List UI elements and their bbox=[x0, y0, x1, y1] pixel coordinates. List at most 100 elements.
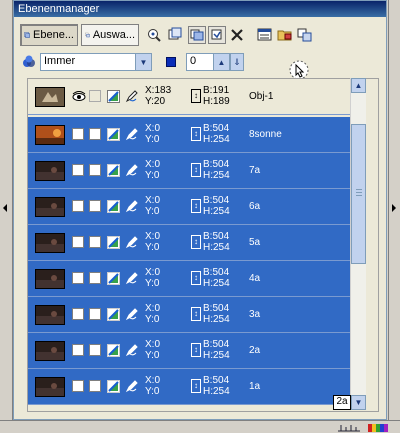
visible-checkbox[interactable] bbox=[72, 344, 84, 356]
width-value: B:504 bbox=[203, 339, 230, 350]
height-value: H:254 bbox=[203, 134, 230, 145]
color-icon[interactable] bbox=[107, 164, 120, 177]
edit-icon[interactable] bbox=[125, 236, 138, 249]
size-icon: ↕ bbox=[191, 343, 201, 357]
image-thumbnail-icon bbox=[36, 306, 64, 324]
visible-checkbox[interactable] bbox=[72, 236, 84, 248]
x-value: X:0 bbox=[145, 159, 161, 170]
shadow-toggle-button[interactable] bbox=[208, 26, 226, 44]
list-view-button[interactable] bbox=[256, 26, 274, 44]
scroll-up-icon[interactable]: ▲ bbox=[351, 78, 366, 93]
lock-checkbox[interactable] bbox=[89, 344, 101, 356]
lock-checkbox[interactable] bbox=[89, 164, 101, 176]
scroll-thumb[interactable] bbox=[351, 124, 366, 264]
x-value: X:0 bbox=[145, 267, 161, 278]
lock-checkbox[interactable] bbox=[89, 90, 101, 102]
layer-list: X:183 Y:20 ↕ B:191 H:189 Obj-1 X:0 Y:0 ↕ B:50… bbox=[27, 78, 379, 412]
color-icon[interactable] bbox=[107, 344, 120, 357]
layer-name: Obj-1 bbox=[249, 91, 274, 102]
layer-name: 6a bbox=[249, 201, 261, 212]
layer-view-icon bbox=[24, 32, 30, 38]
layer-name: 2a bbox=[249, 345, 261, 356]
list-scrollbar[interactable]: ▲ ▼ bbox=[350, 78, 366, 410]
number-input[interactable]: 0 ▲ bbox=[186, 53, 230, 71]
visibility-mode-select[interactable]: Immer ▼ bbox=[40, 53, 152, 71]
spin-up-icon[interactable]: ▲ bbox=[213, 54, 229, 70]
selection-view-button[interactable]: Auswa... bbox=[81, 24, 139, 46]
layer-name: 8sonne bbox=[249, 129, 282, 140]
lock-checkbox[interactable] bbox=[89, 236, 101, 248]
visible-checkbox[interactable] bbox=[72, 128, 84, 140]
visible-checkbox[interactable] bbox=[72, 200, 84, 212]
edit-icon[interactable] bbox=[125, 200, 138, 213]
y-value: Y:0 bbox=[145, 170, 160, 181]
lock-checkbox[interactable] bbox=[89, 308, 101, 320]
collapse-right-icon[interactable] bbox=[392, 204, 396, 212]
layer-row[interactable]: X:0 Y:0 ↕ B:504 H:254 7a bbox=[28, 153, 363, 189]
x-value: X:0 bbox=[145, 303, 161, 314]
delete-layer-button[interactable] bbox=[228, 26, 246, 44]
lock-checkbox[interactable] bbox=[89, 272, 101, 284]
visible-checkbox[interactable] bbox=[72, 164, 84, 176]
width-value: B:504 bbox=[203, 123, 230, 134]
layer-row[interactable]: X:0 Y:0 ↕ B:504 H:254 5a bbox=[28, 225, 363, 261]
layer-properties-icon bbox=[190, 29, 204, 41]
edit-icon[interactable] bbox=[125, 380, 138, 393]
layer-properties-button[interactable] bbox=[188, 26, 206, 44]
layer-row[interactable]: X:0 Y:0 ↕ B:504 H:254 1a bbox=[28, 369, 363, 405]
group-layers-button[interactable] bbox=[296, 26, 314, 44]
collapse-left-icon[interactable] bbox=[3, 204, 7, 212]
layers-view-button[interactable]: Ebene... bbox=[20, 24, 78, 46]
properties-icon bbox=[168, 27, 182, 40]
size-readout: B:504 H:254 bbox=[203, 375, 230, 397]
docker-titlebar[interactable]: Ebenenmanager bbox=[14, 1, 386, 17]
layer-row[interactable]: X:0 Y:0 ↕ B:504 H:254 3a bbox=[28, 297, 363, 333]
spin-down-button[interactable]: ⇓ bbox=[230, 53, 244, 71]
eye-icon[interactable] bbox=[72, 89, 86, 103]
y-value: Y:0 bbox=[145, 386, 160, 397]
scroll-down-icon[interactable]: ▼ bbox=[351, 395, 366, 410]
layer-row[interactable]: X:0 Y:0 ↕ B:504 H:254 6a bbox=[28, 189, 363, 225]
color-icon[interactable] bbox=[107, 308, 120, 321]
lock-checkbox[interactable] bbox=[89, 200, 101, 212]
edit-icon[interactable] bbox=[125, 164, 138, 177]
size-readout: B:504 H:254 bbox=[203, 267, 230, 289]
layer-thumbnail bbox=[35, 341, 65, 361]
visible-checkbox[interactable] bbox=[72, 272, 84, 284]
arrange-button[interactable] bbox=[166, 26, 184, 44]
layer-name: 5a bbox=[249, 237, 261, 248]
layer-name: 1a bbox=[249, 381, 261, 392]
zoom-settings-button[interactable] bbox=[145, 26, 163, 44]
layer-row[interactable]: X:183 Y:20 ↕ B:191 H:189 Obj-1 bbox=[28, 79, 363, 115]
color-icon[interactable] bbox=[107, 380, 120, 393]
lock-checkbox[interactable] bbox=[89, 380, 101, 392]
edit-icon[interactable] bbox=[125, 128, 138, 141]
lock-checkbox[interactable] bbox=[89, 128, 101, 140]
visibility-mode-value: Immer bbox=[44, 55, 76, 67]
layer-row[interactable]: X:0 Y:0 ↕ B:504 H:254 4a bbox=[28, 261, 363, 297]
color-icon[interactable] bbox=[107, 200, 120, 213]
size-readout: B:504 H:254 bbox=[203, 195, 230, 217]
edit-icon[interactable] bbox=[125, 90, 138, 103]
visible-checkbox[interactable] bbox=[72, 380, 84, 392]
size-icon: ↕ bbox=[191, 379, 201, 393]
open-folder-button[interactable] bbox=[276, 26, 294, 44]
layer-thumbnail bbox=[35, 233, 65, 253]
visible-checkbox[interactable] bbox=[72, 308, 84, 320]
chevron-down-icon[interactable]: ▼ bbox=[135, 54, 151, 70]
edit-icon[interactable] bbox=[125, 308, 138, 321]
edit-icon[interactable] bbox=[125, 272, 138, 285]
color-icon[interactable] bbox=[107, 272, 120, 285]
color-icon[interactable] bbox=[107, 128, 120, 141]
selection-view-icon bbox=[85, 32, 90, 38]
width-value: B:504 bbox=[203, 303, 230, 314]
layer-row[interactable]: X:0 Y:0 ↕ B:504 H:254 8sonne bbox=[28, 117, 363, 153]
y-value: Y:20 bbox=[145, 96, 166, 107]
position-readout: X:0 Y:0 bbox=[145, 303, 160, 325]
layer-name: 4a bbox=[249, 273, 261, 284]
color-icon[interactable] bbox=[107, 90, 120, 103]
x-value: X:0 bbox=[145, 375, 161, 386]
layer-row[interactable]: X:0 Y:0 ↕ B:504 H:254 2a bbox=[28, 333, 363, 369]
edit-icon[interactable] bbox=[125, 344, 138, 357]
color-icon[interactable] bbox=[107, 236, 120, 249]
